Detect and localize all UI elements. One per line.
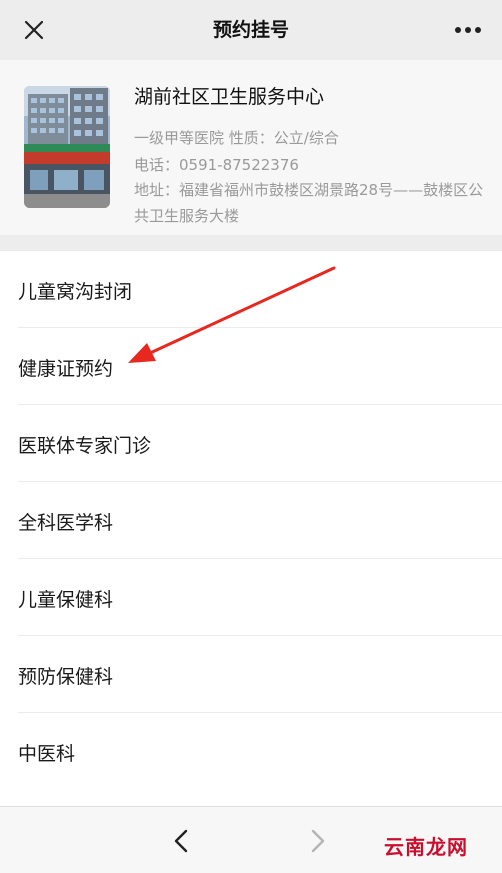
hospital-name: 湖前社区卫生服务中心 xyxy=(134,86,325,108)
forward-button[interactable] xyxy=(298,821,338,861)
list-item[interactable]: 健康证预约 xyxy=(0,328,502,405)
back-button[interactable] xyxy=(161,821,201,861)
department-label: 儿童保健科 xyxy=(18,589,114,611)
hospital-address: 地址：福建省福州市鼓楼区湖景路28号——鼓楼区公共卫生服务大楼 xyxy=(134,181,484,225)
list-item[interactable]: 中医科 xyxy=(0,713,502,790)
department-label: 医联体专家门诊 xyxy=(18,435,152,457)
department-label: 健康证预约 xyxy=(18,358,114,380)
chevron-right-icon xyxy=(311,829,325,853)
hospital-phone[interactable]: 电话：0591-87522376 xyxy=(134,154,299,175)
list-item[interactable]: 全科医学科 xyxy=(0,482,502,559)
department-list: 儿童窝沟封闭 健康证预约 医联体专家门诊 全科医学科 儿童保健科 预防保健科 中… xyxy=(0,251,502,806)
hospital-grade: 一级甲等医院 性质：公立/综合 xyxy=(134,129,339,147)
more-icon xyxy=(455,27,481,33)
top-bar: 预约挂号 xyxy=(0,0,502,60)
department-label: 全科医学科 xyxy=(18,512,114,534)
page-title: 预约挂号 xyxy=(212,19,289,41)
hospital-card: 湖前社区卫生服务中心 一级甲等医院 性质：公立/综合 电话：0591-87522… xyxy=(0,60,502,235)
more-button[interactable] xyxy=(448,14,488,46)
department-label: 预防保健科 xyxy=(18,666,114,688)
bottom-bar: 云南龙网 xyxy=(0,806,502,873)
list-item[interactable]: 儿童窝沟封闭 xyxy=(0,251,502,328)
chevron-left-icon xyxy=(174,829,188,853)
close-icon xyxy=(24,20,44,40)
close-button[interactable] xyxy=(14,14,54,46)
department-label: 中医科 xyxy=(18,743,76,765)
list-item[interactable]: 预防保健科 xyxy=(0,636,502,713)
watermark: 云南龙网 xyxy=(384,835,468,859)
list-item[interactable]: 医联体专家门诊 xyxy=(0,405,502,482)
department-label: 儿童窝沟封闭 xyxy=(18,281,133,303)
hospital-photo xyxy=(24,86,110,208)
list-item[interactable]: 儿童保健科 xyxy=(0,559,502,636)
